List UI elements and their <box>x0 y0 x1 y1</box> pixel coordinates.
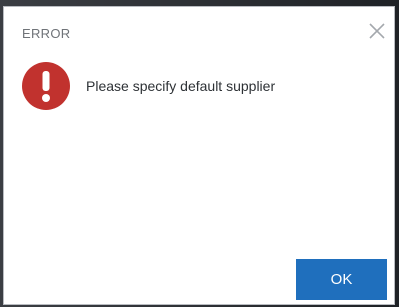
error-dialog: ERROR Please specify default supplier OK <box>3 6 395 305</box>
error-exclamation-icon <box>22 62 70 110</box>
close-icon <box>369 23 385 39</box>
ok-button[interactable]: OK <box>296 259 387 300</box>
close-button[interactable] <box>366 20 388 42</box>
dialog-title: ERROR <box>22 26 71 41</box>
error-message: Please specify default supplier <box>86 78 276 94</box>
